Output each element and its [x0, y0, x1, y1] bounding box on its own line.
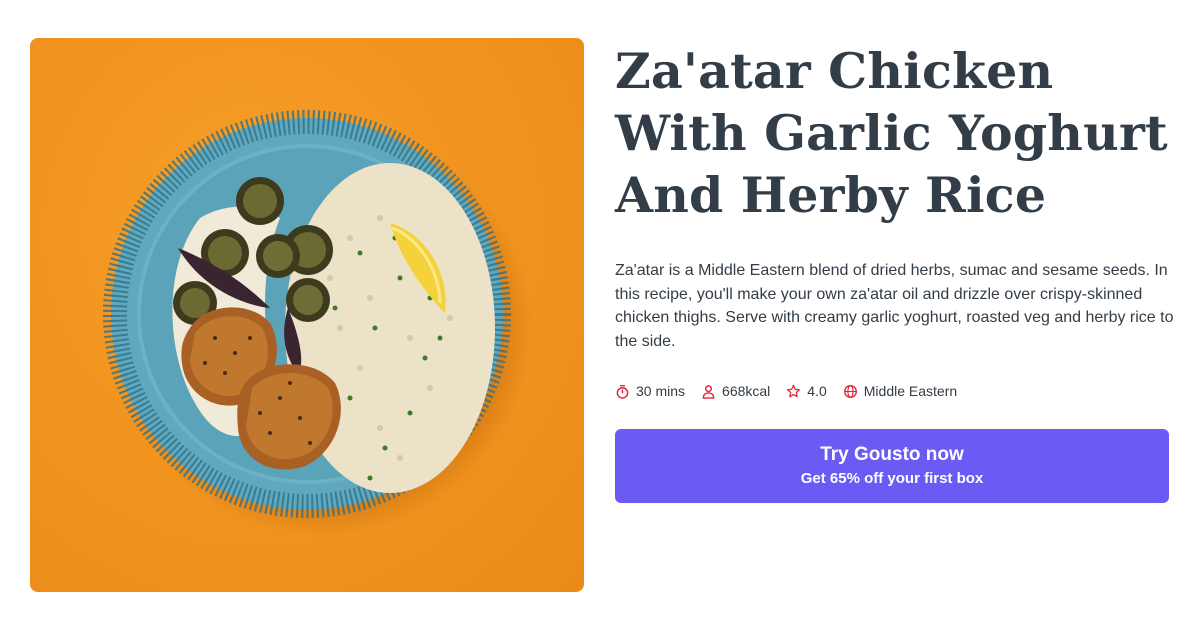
star-icon — [787, 384, 801, 397]
meta-cuisine: Middle Eastern — [843, 383, 957, 399]
meta-calories: 668kcal — [701, 383, 770, 399]
meta-time: 30 mins — [615, 383, 685, 399]
recipe-meta: 30 mins 668kcal 4.0 Middle Eastern — [615, 383, 1175, 399]
dish-illustration — [103, 110, 532, 536]
meta-rating: 4.0 — [786, 383, 827, 399]
recipe-title: Za'atar Chicken With Garlic Yoghurt And … — [615, 42, 1168, 224]
meta-time-label: 30 mins — [636, 383, 686, 399]
cta-subtitle: Get 65% off your first box — [800, 470, 984, 487]
recipe-details: Za'atar Chicken With Garlic Yoghurt And … — [615, 40, 1175, 503]
try-gousto-button[interactable]: Try Gousto now Get 65% off your first bo… — [615, 429, 1169, 503]
meta-cuisine-label: Middle Eastern — [863, 383, 958, 399]
cta-title: Try Gousto now — [820, 444, 964, 465]
recipe-description: Za'atar is a Middle Eastern blend of dri… — [615, 262, 1174, 350]
globe-icon — [843, 384, 857, 398]
recipe-hero-image — [30, 38, 584, 592]
meta-rating-label: 4.0 — [807, 383, 827, 399]
timer-icon — [616, 384, 629, 399]
meta-calories-label: 668kcal — [722, 383, 771, 399]
person-icon — [702, 384, 715, 399]
